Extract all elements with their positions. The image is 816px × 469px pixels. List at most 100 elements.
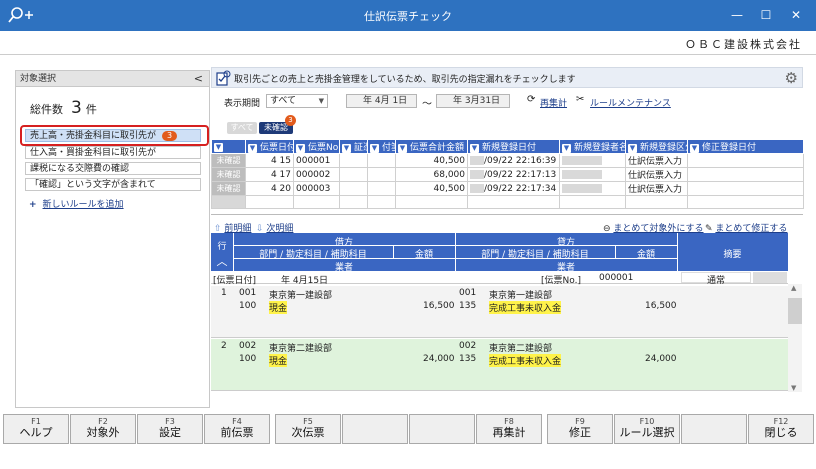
date-from-field[interactable]: 年 4月 1日 — [346, 94, 417, 108]
add-rule-link[interactable]: + 新しいルールを追加 — [29, 197, 124, 210]
f3-settings-button[interactable]: F3 設定 — [137, 414, 203, 444]
filter-all-tab[interactable]: すべて — [227, 122, 257, 134]
memo-header: 摘要 — [723, 250, 742, 260]
table-header-row: ▼ ▼伝票日付 ▼伝票No. ▼証憑 ▼付箋 ▼伝票合計金額 ▼新規登録日付 ▼… — [211, 139, 804, 154]
journal-entry[interactable]: 1 001 東京第一建設部 100 現金 16,500 001 東京第一建設部 … — [211, 286, 788, 338]
column-header[interactable]: ▼ — [211, 139, 246, 154]
chevron-down-icon: ▼ — [296, 144, 305, 153]
rule-item[interactable]: 売上高・売掛金科目に取引先が 3 — [25, 129, 201, 142]
chevron-up-icon[interactable]: ︿ — [211, 253, 233, 269]
f11-button[interactable] — [681, 414, 747, 444]
table-row[interactable]: 未確認 4 17 000002 68,000 /09/22 22:17:13 仕… — [211, 167, 804, 182]
f9-edit-button[interactable]: F9 修正 — [547, 414, 613, 444]
reg-user — [559, 167, 626, 182]
column-header[interactable]: ▼ 新規登録日付 — [467, 139, 560, 154]
redacted-area — [470, 183, 484, 193]
total-unit: 件 — [85, 103, 97, 116]
scroll-down-icon[interactable]: ▼ — [791, 384, 796, 392]
rule-item[interactable]: 仕入高・買掛金科目に取引先が — [25, 146, 201, 159]
evidence-cell — [339, 181, 368, 196]
minimize-button[interactable]: — — [728, 6, 746, 24]
company-name: ＯＢＣ建設株式会社 — [685, 38, 802, 51]
rule-item[interactable]: 課税になる交際費の確認 — [25, 162, 201, 175]
credit-account-name: 完成工事未収入金 — [489, 301, 562, 314]
table-row[interactable]: 未確認 4 15 000001 40,500 /09/22 22:16:39 仕… — [211, 153, 804, 168]
line-number: 2 — [221, 341, 227, 351]
column-header[interactable]: ▼ 伝票合計金額 — [395, 139, 468, 154]
total-value: 3 — [71, 98, 82, 118]
redacted-area — [470, 169, 484, 179]
f10-rule-select-button[interactable]: F10 ルール選択 — [614, 414, 680, 444]
credit-dept-name: 東京第二建設部 — [489, 344, 553, 354]
voucher-table: ▼ ▼伝票日付 ▼伝票No. ▼証憑 ▼付箋 ▼伝票合計金額 ▼新規登録日付 ▼… — [211, 139, 804, 209]
table-row[interactable]: 未確認 4 20 000003 40,500 /09/22 22:17:34 仕… — [211, 181, 804, 196]
f1-help-button[interactable]: F1 ヘルプ — [3, 414, 69, 444]
voucher-amount: 40,500 — [395, 153, 468, 168]
scroll-up-icon[interactable]: ▲ — [791, 284, 796, 292]
status-badge: 未確認 — [211, 167, 246, 182]
close-button[interactable]: ✕ — [787, 6, 805, 24]
column-header[interactable]: ▼ 修正登録日付 — [687, 139, 804, 154]
voucher-no-value: 000001 — [599, 273, 634, 283]
f6-button[interactable] — [342, 414, 408, 444]
period-select[interactable]: すべて ▼ — [266, 94, 328, 108]
column-header[interactable]: ▼ 伝票No. — [293, 139, 340, 154]
f7-button[interactable] — [409, 414, 475, 444]
plus-icon: + — [29, 200, 37, 210]
journal-entry[interactable]: 2 002 東京第二建設部 100 現金 24,000 002 東京第二建設部 … — [211, 339, 788, 391]
debit-dept-code: 002 — [239, 341, 257, 351]
debit-account-name: 現金 — [269, 301, 288, 314]
row-header: 行 — [217, 242, 227, 252]
gear-icon[interactable]: ⚙ — [785, 69, 798, 87]
f12-close-button[interactable]: F12 閉じる — [748, 414, 814, 444]
evidence-cell — [339, 167, 368, 182]
voucher-date-value: 年 4月15日 — [281, 276, 329, 286]
chevron-down-icon: ▼ — [342, 144, 351, 153]
f2-exclude-button[interactable]: F2 対象外 — [70, 414, 136, 444]
rule-label: 売上高・売掛金科目に取引先が — [30, 131, 157, 141]
detail-scrollbar[interactable]: ▲ ▼ — [788, 284, 802, 392]
column-header[interactable]: ▼ 新規登録者名 — [559, 139, 626, 154]
column-header[interactable]: ▼ 伝票日付 — [245, 139, 294, 154]
check-list-icon — [216, 70, 231, 86]
mod-date — [687, 167, 804, 182]
maximize-button[interactable]: ☐ — [757, 6, 775, 24]
rule-maintenance-link[interactable]: ルールメンテナンス — [590, 96, 671, 109]
debit-account-name: 現金 — [269, 354, 288, 367]
refresh-icon[interactable]: ⟳ — [527, 94, 535, 105]
rule-item[interactable]: 「確認」という文字が含まれて — [25, 178, 201, 191]
splitter[interactable] — [211, 214, 803, 215]
column-header[interactable]: ▼付箋 — [367, 139, 396, 154]
date-to-field[interactable]: 年 3月31日 — [436, 94, 510, 108]
kind-extra — [753, 272, 787, 283]
target-selection-panel: 対象選択 < 総件数 3 件 売上高・売掛金科目に取引先が 3 仕入高・買掛金科目に取… — [15, 70, 210, 408]
credit-dept-code: 002 — [459, 341, 477, 351]
voucher-kind[interactable]: 通常 — [681, 272, 751, 286]
reg-user — [559, 181, 626, 196]
f4-prev-voucher-button[interactable]: F4 前伝票 — [204, 414, 270, 444]
info-bar: 取引先ごとの売上と売掛金管理をしているため、取引先の指定漏れをチェックします ⚙ — [211, 67, 803, 88]
redacted-area — [562, 155, 602, 165]
chevron-down-icon: ▼ — [690, 144, 699, 153]
period-label: 表示期間 — [224, 99, 261, 109]
collapse-button[interactable]: < — [194, 71, 203, 87]
chevron-down-icon: ▼ — [562, 144, 571, 153]
debit-dept-name: 東京第一建設部 — [269, 291, 333, 301]
column-header[interactable]: ▼新規登録区分 — [625, 139, 688, 154]
unconfirmed-count-badge: 3 — [285, 115, 296, 126]
scroll-thumb[interactable] — [788, 298, 802, 324]
evidence-cell — [339, 153, 368, 168]
mod-date — [687, 181, 804, 196]
f8-recalc-button[interactable]: F8 再集計 — [476, 414, 542, 444]
voucher-no: 000003 — [293, 181, 340, 196]
debit-amount-header: 金額 — [414, 250, 433, 260]
tools-icon[interactable]: ✂ — [576, 94, 584, 105]
debit-dept-code: 001 — [239, 288, 257, 298]
status-badge: 未確認 — [211, 181, 246, 196]
f5-next-voucher-button[interactable]: F5 次伝票 — [275, 414, 341, 444]
recalc-link[interactable]: 再集計 — [540, 96, 567, 109]
voucher-header-line: [伝票日付] 年 4月15日 [伝票No.] 000001 通常 — [211, 272, 788, 286]
voucher-no: 000002 — [293, 167, 340, 182]
voucher-date-label: [伝票日付] — [213, 276, 257, 286]
column-header[interactable]: ▼証憑 — [339, 139, 368, 154]
